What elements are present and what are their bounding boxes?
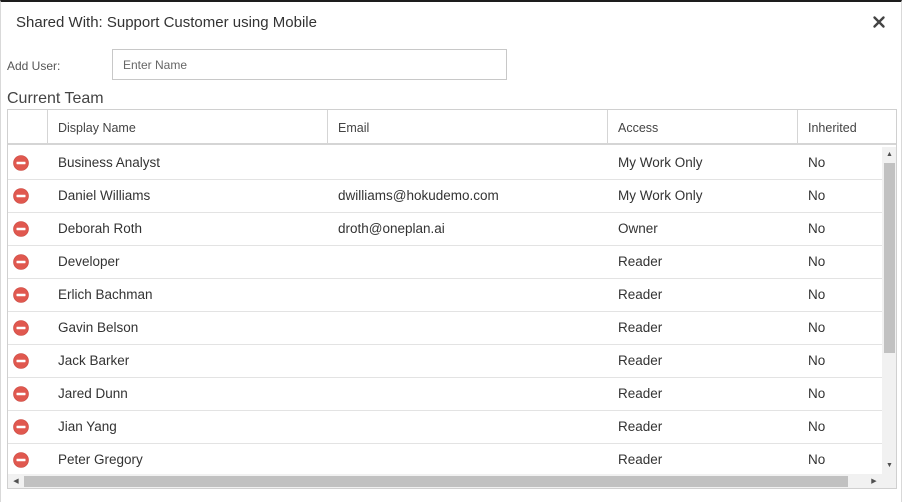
scroll-left-arrow-icon[interactable]: ◀ <box>9 474 23 488</box>
scrollbar-corner <box>882 474 896 488</box>
remove-circle-icon[interactable] <box>13 320 29 336</box>
cell-inherited: No <box>808 452 826 467</box>
cell-email: dwilliams@hokudemo.com <box>338 188 499 203</box>
table-row[interactable]: Deborah Roth droth@oneplan.ai Owner No <box>8 213 882 246</box>
remove-cell <box>8 279 48 311</box>
table-row[interactable]: Gavin Belson Reader No <box>8 312 882 345</box>
cell-inherited: No <box>808 353 826 368</box>
grid-body: Business Analyst My Work Only No Daniel Wil… <box>8 147 882 474</box>
vertical-scrollbar[interactable]: ▲ ▼ <box>882 147 896 474</box>
scroll-up-arrow-icon[interactable]: ▲ <box>882 148 896 162</box>
remove-cell <box>8 411 48 443</box>
horizontal-scroll-thumb[interactable] <box>24 476 848 487</box>
scroll-down-arrow-icon[interactable]: ▼ <box>882 459 896 473</box>
table-row[interactable]: Erlich Bachman Reader No <box>8 279 882 312</box>
vertical-scroll-thumb[interactable] <box>884 163 895 353</box>
cell-access[interactable]: Reader <box>618 345 662 377</box>
remove-circle-icon[interactable] <box>13 221 29 237</box>
cell-access[interactable]: My Work Only <box>618 147 703 179</box>
remove-circle-icon[interactable] <box>13 188 29 204</box>
remove-cell <box>8 180 48 212</box>
cell-access[interactable]: Reader <box>618 246 662 278</box>
table-row[interactable]: Jian Yang Reader No <box>8 411 882 444</box>
remove-circle-icon[interactable] <box>13 452 29 468</box>
table-row[interactable]: Peter Gregory Reader No <box>8 444 882 474</box>
remove-cell <box>8 312 48 344</box>
cell-access[interactable]: Reader <box>618 444 662 474</box>
remove-circle-icon[interactable] <box>13 353 29 369</box>
cell-display-name: Peter Gregory <box>58 452 143 467</box>
remove-cell <box>8 444 48 474</box>
cell-access[interactable]: My Work Only <box>618 180 703 212</box>
remove-cell <box>8 246 48 278</box>
remove-cell <box>8 213 48 245</box>
cell-display-name: Gavin Belson <box>58 320 139 335</box>
add-user-label: Add User: <box>7 59 61 73</box>
close-icon[interactable] <box>871 14 887 30</box>
cell-inherited: No <box>808 155 826 170</box>
cell-inherited: No <box>808 320 826 335</box>
cell-access[interactable]: Owner <box>618 213 658 245</box>
cell-display-name: Jack Barker <box>58 353 130 368</box>
current-team-heading: Current Team <box>7 90 104 107</box>
cell-display-name: Developer <box>58 254 120 269</box>
cell-inherited: No <box>808 287 826 302</box>
scroll-right-arrow-icon[interactable]: ▶ <box>867 474 881 488</box>
cell-email: droth@oneplan.ai <box>338 221 445 236</box>
remove-circle-icon[interactable] <box>13 386 29 402</box>
cell-display-name: Jared Dunn <box>58 386 128 401</box>
cell-access[interactable]: Reader <box>618 411 662 443</box>
table-row[interactable]: Jack Barker Reader No <box>8 345 882 378</box>
cell-access[interactable]: Reader <box>618 312 662 344</box>
table-row[interactable]: Business Analyst My Work Only No <box>8 147 882 180</box>
cell-display-name: Business Analyst <box>58 155 161 170</box>
remove-circle-icon[interactable] <box>13 287 29 303</box>
remove-circle-icon[interactable] <box>13 155 29 171</box>
share-dialog: Shared With: Support Customer using Mobi… <box>0 0 902 502</box>
table-row[interactable]: Daniel Williams dwilliams@hokudemo.com My … <box>8 180 882 213</box>
horizontal-scrollbar[interactable]: ◀ ▶ <box>8 474 882 488</box>
remove-circle-icon[interactable] <box>13 419 29 435</box>
cell-display-name: Deborah Roth <box>58 221 143 236</box>
cell-inherited: No <box>808 386 826 401</box>
column-header-inherited[interactable]: Inherited <box>798 110 896 143</box>
cell-display-name: Jian Yang <box>58 419 117 434</box>
column-header-display-name[interactable]: Display Name <box>48 110 328 143</box>
cell-inherited: No <box>808 188 826 203</box>
dialog-title: Shared With: Support Customer using Mobi… <box>16 14 317 31</box>
remove-cell <box>8 345 48 377</box>
cell-inherited: No <box>808 419 826 434</box>
grid-header: Display Name Email Access Inherited <box>8 110 896 145</box>
cell-inherited: No <box>808 221 826 236</box>
column-header-actions <box>8 110 48 143</box>
table-row[interactable]: Jared Dunn Reader No <box>8 378 882 411</box>
cell-display-name: Erlich Bachman <box>58 287 153 302</box>
remove-cell <box>8 147 48 179</box>
remove-circle-icon[interactable] <box>13 254 29 270</box>
cell-access[interactable]: Reader <box>618 279 662 311</box>
add-user-input[interactable] <box>112 49 507 80</box>
column-header-access[interactable]: Access <box>608 110 798 143</box>
table-row[interactable]: Developer Reader No <box>8 246 882 279</box>
cell-inherited: No <box>808 254 826 269</box>
cell-access[interactable]: Reader <box>618 378 662 410</box>
column-header-email[interactable]: Email <box>328 110 608 143</box>
team-grid: Display Name Email Access Inherited Busi… <box>7 109 897 489</box>
remove-cell <box>8 378 48 410</box>
cell-display-name: Daniel Williams <box>58 188 151 203</box>
